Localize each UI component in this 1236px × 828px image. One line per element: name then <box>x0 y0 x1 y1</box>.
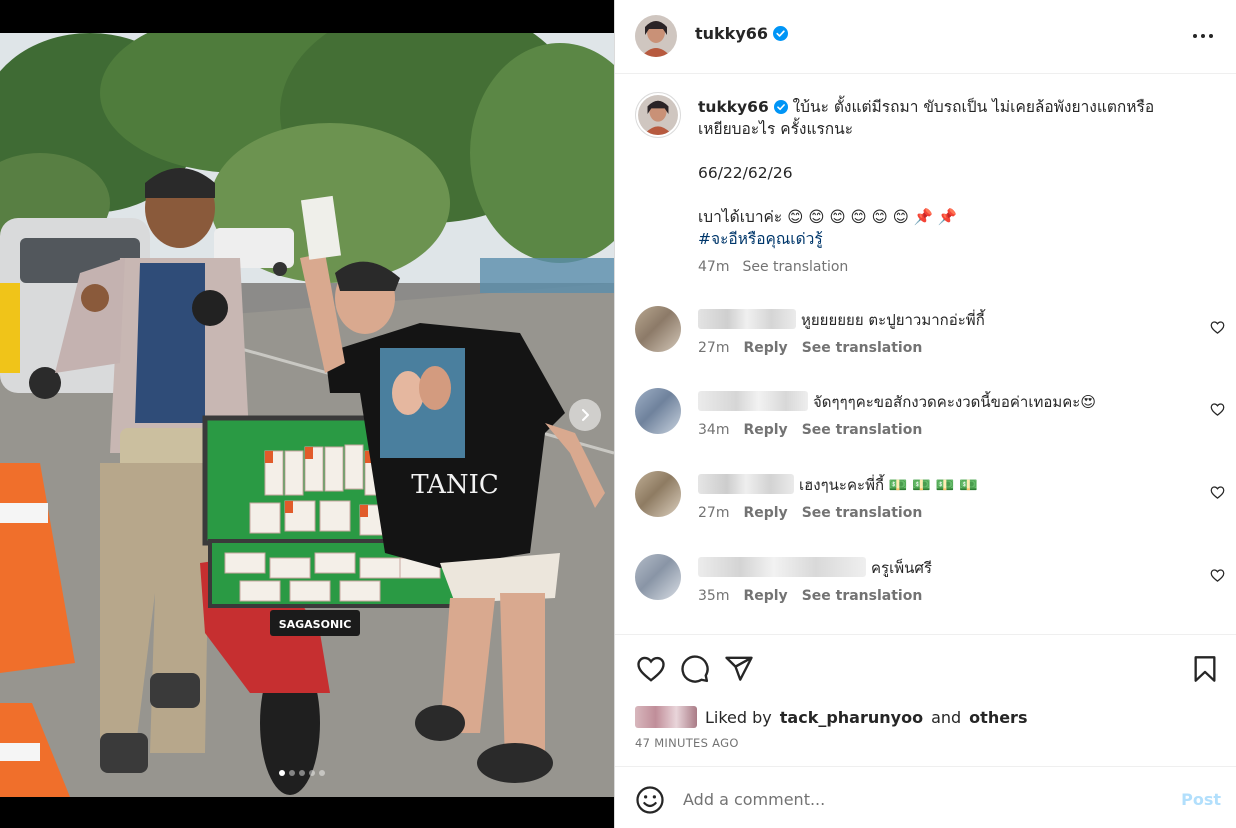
box-label: SAGASONIC <box>279 618 352 631</box>
caption-time[interactable]: 47m <box>698 256 729 278</box>
avatar[interactable] <box>635 388 681 434</box>
hashtag-link[interactable]: #จะอีหรือคุณเด่วรู้ <box>698 228 1198 250</box>
comment-meta: 27m Reply See translation <box>698 340 922 356</box>
heart-icon[interactable] <box>1210 485 1225 500</box>
post-modal: SAGASONIC TANIC tukky66 tukky66 ใบ้นะ ตั… <box>0 0 1236 828</box>
caption-line: เบาได้เบาค่ะ 😊 😊 😊 😊 😊 😊 📌 📌 <box>698 208 958 226</box>
see-translation-button[interactable]: See translation <box>802 340 923 356</box>
liked-by-avatars[interactable] <box>635 706 697 728</box>
comment-time[interactable]: 34m <box>698 422 729 438</box>
see-translation-button[interactable]: See translation <box>802 588 923 604</box>
chevron-right-icon <box>582 409 589 421</box>
comment-text: จัดๆๆๆคะขอสักงวดคะงวดนี้ขอค่าเทอมคะ😍 <box>813 393 1096 411</box>
comment-item: เฮงๆนะคะพี่กี้ 💵 💵 💵 💵 27m Reply See tra… <box>635 471 1225 531</box>
comment-item: จัดๆๆๆคะขอสักงวดคะงวดนี้ขอค่าเทอมคะ😍 34m… <box>635 388 1225 448</box>
reply-button[interactable]: Reply <box>743 422 787 438</box>
comment-meta: 34m Reply See translation <box>698 422 922 438</box>
comment-time[interactable]: 27m <box>698 505 729 521</box>
save-button[interactable] <box>1189 653 1221 685</box>
carousel-dot <box>289 770 295 776</box>
avatar[interactable] <box>635 92 681 138</box>
comment-form: Post <box>615 766 1236 828</box>
action-buttons <box>635 653 755 685</box>
carousel-dot <box>279 770 285 776</box>
reply-button[interactable]: Reply <box>743 588 787 604</box>
avatar[interactable] <box>635 15 677 57</box>
like-button[interactable] <box>635 653 667 685</box>
heart-icon <box>637 656 665 682</box>
caption-text: tukky66 ใบ้นะ ตั้งแต่มีรถมา ขับรถเป็น ไม… <box>698 96 1198 278</box>
blurred-username[interactable] <box>698 309 796 329</box>
caption-line: เหยียบอะไร ครั้งแรกนะ <box>698 120 854 138</box>
carousel-dot <box>299 770 305 776</box>
avatar[interactable] <box>635 471 681 517</box>
comment-time[interactable]: 35m <box>698 588 729 604</box>
liked-by-user-link[interactable]: tack_pharunyoo <box>780 708 923 727</box>
post-side-panel: tukky66 tukky66 ใบ้นะ ตั้งแต่มีรถมา ขับร… <box>614 0 1236 828</box>
verified-badge-icon <box>773 100 788 114</box>
comment-time[interactable]: 27m <box>698 340 729 356</box>
reply-button[interactable]: Reply <box>743 505 787 521</box>
verified-badge-icon <box>773 26 789 41</box>
bookmark-icon <box>1194 656 1216 682</box>
avatar[interactable] <box>635 554 681 600</box>
comment-icon <box>681 655 709 683</box>
carousel-indicator <box>279 770 325 776</box>
comment-text: หูยยยยยย ตะปูยาวมากอ่ะพี่กี้ <box>801 311 985 329</box>
shirt-text: TANIC <box>411 470 499 500</box>
comment-button[interactable] <box>679 653 711 685</box>
caption-line: ใบ้นะ ตั้งแต่มีรถมา ขับรถเป็น ไม่เคยล้อพ… <box>792 98 1155 116</box>
comment-meta: 27m Reply See translation <box>698 505 922 521</box>
share-button[interactable] <box>723 653 755 685</box>
share-icon <box>725 656 753 681</box>
heart-icon[interactable] <box>1210 320 1225 335</box>
comment-text: เฮงๆนะคะพี่กี้ 💵 💵 💵 💵 <box>799 476 978 494</box>
comment-item: ครูเพ็นศรี 35m Reply See translation <box>635 554 1225 614</box>
carousel-dot <box>319 770 325 776</box>
post-timestamp[interactable]: 47 MINUTES AGO <box>635 736 739 750</box>
post-comment-button[interactable]: Post <box>1181 790 1221 809</box>
carousel-dot <box>309 770 315 776</box>
blurred-username[interactable] <box>698 391 808 411</box>
heart-icon[interactable] <box>1210 568 1225 583</box>
see-translation-button[interactable]: See translation <box>802 422 923 438</box>
post-header: tukky66 <box>615 0 1236 74</box>
reply-button[interactable]: Reply <box>743 340 787 356</box>
caption-username[interactable]: tukky66 <box>698 98 769 116</box>
emoji-icon[interactable] <box>635 785 665 815</box>
caption-numbers: 66/22/62/26 <box>698 164 793 182</box>
post-actions: Liked by tack_pharunyoo and others 47 MI… <box>615 634 1236 766</box>
liked-by-others-link[interactable]: others <box>969 708 1027 727</box>
liked-by-prefix: Liked by <box>705 707 772 727</box>
see-translation-button[interactable]: See translation <box>742 256 848 278</box>
blurred-username[interactable] <box>698 557 866 577</box>
comment-meta: 35m Reply See translation <box>698 588 922 604</box>
comment-text: ครูเพ็นศรี <box>871 559 932 577</box>
avatar[interactable] <box>635 306 681 352</box>
carousel-next-button[interactable] <box>569 399 601 431</box>
more-options-icon[interactable] <box>1191 26 1215 46</box>
post-media: SAGASONIC TANIC <box>0 0 614 828</box>
heart-icon[interactable] <box>1210 402 1225 417</box>
comment-item: หูยยยยยย ตะปูยาวมากอ่ะพี่กี้ 27m Reply S… <box>635 306 1225 366</box>
username-link[interactable]: tukky66 <box>695 24 768 43</box>
liked-by-and: and <box>931 707 962 727</box>
likes-summary: Liked by tack_pharunyoo and others <box>635 706 1027 728</box>
header-user: tukky66 <box>695 24 789 43</box>
see-translation-button[interactable]: See translation <box>802 505 923 521</box>
caption-meta: 47m See translation <box>698 256 1198 278</box>
comment-input[interactable] <box>683 785 1153 813</box>
blurred-username[interactable] <box>698 474 794 494</box>
post-photo: SAGASONIC TANIC <box>0 33 614 797</box>
